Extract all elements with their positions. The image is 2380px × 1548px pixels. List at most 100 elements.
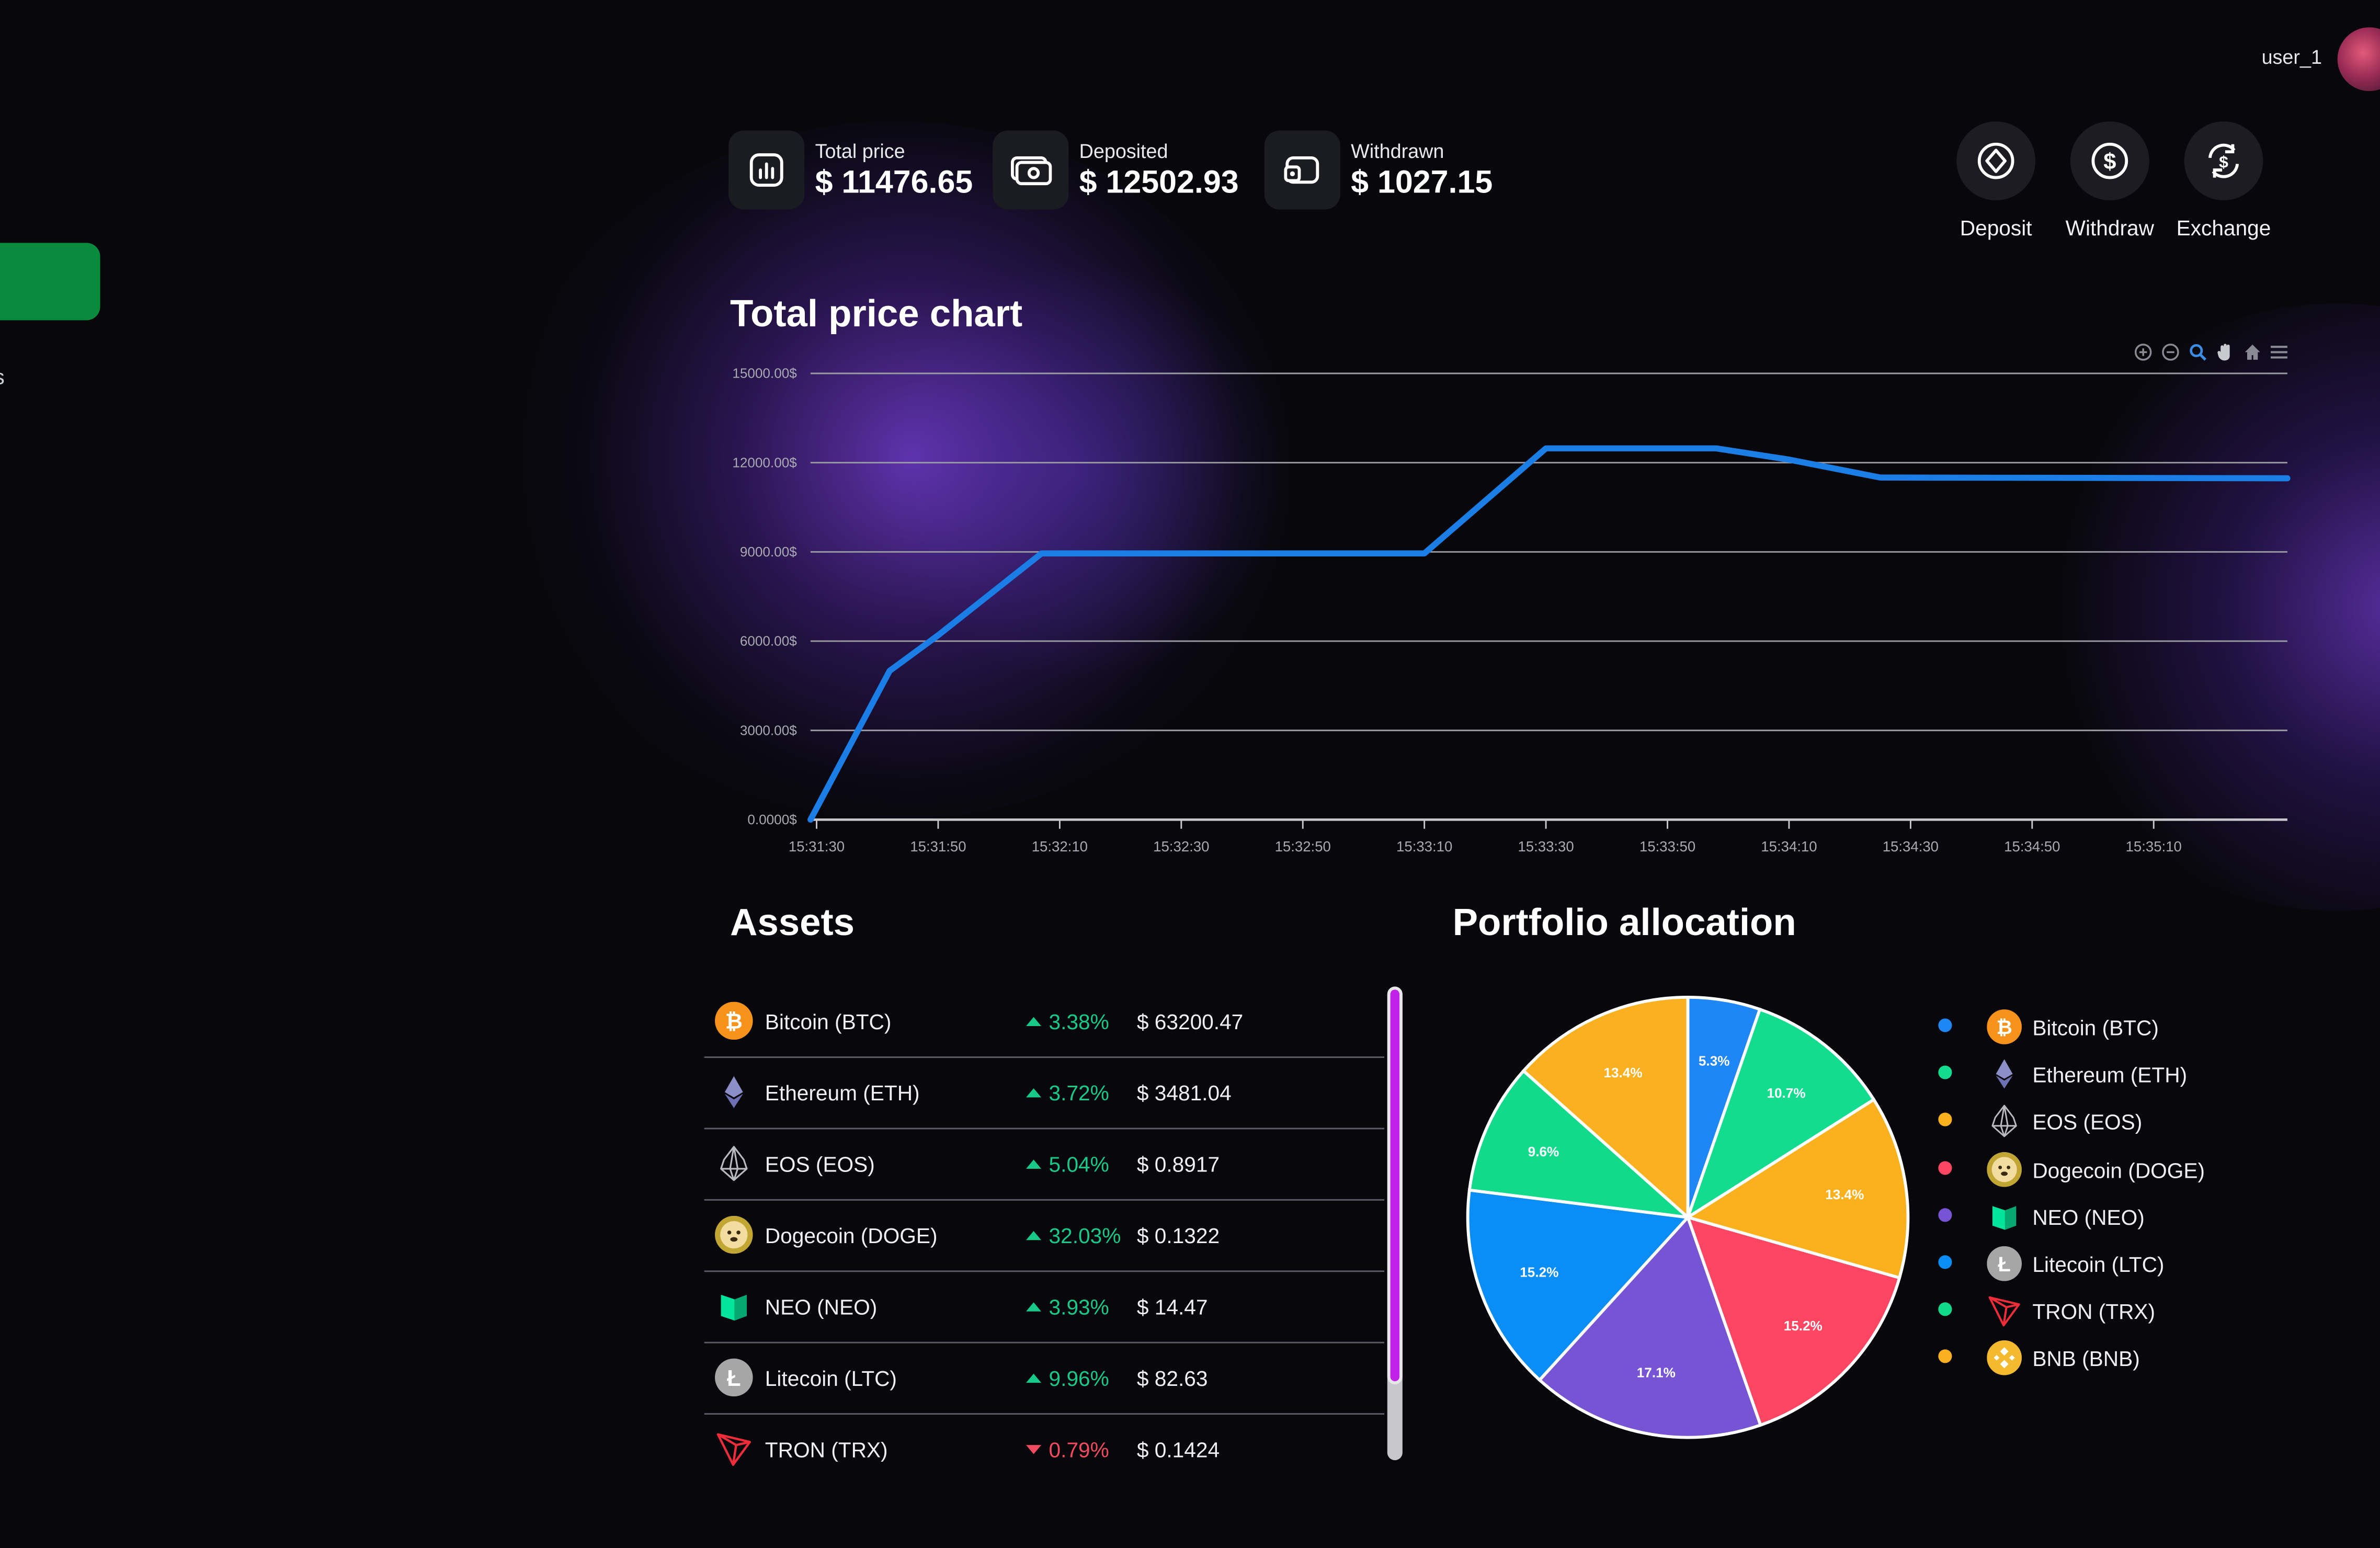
legend-item[interactable]: Ethereum (ETH)	[1928, 1049, 2322, 1097]
asset-name: Bitcoin (BTC)	[765, 1009, 892, 1034]
stat-value: $ 1027.15	[1351, 165, 1493, 201]
chart-title: Total price chart	[730, 293, 1023, 336]
svg-text:₿: ₿	[1996, 1016, 2012, 1038]
asset-name: Litecoin (LTC)	[765, 1366, 897, 1391]
asset-change: 0.79%	[1026, 1438, 1109, 1462]
stat-value: $ 12502.93	[1079, 165, 1239, 201]
table-row[interactable]: Ethereum (ETH) 3.72% $ 3481.04	[704, 1058, 1384, 1130]
y-tick-label: 9000.00$	[740, 544, 797, 560]
action-label[interactable]: Exchange	[2163, 215, 2284, 240]
chart-icon	[728, 130, 805, 210]
table-row[interactable]: NEO (NEO) 3.93% $ 14.47	[704, 1272, 1384, 1344]
pie-legend: ₿ Bitcoin (BTC) Ethereum (ETH) EOS (EOS)…	[1928, 1002, 2322, 1381]
exchange-button[interactable]: $ Exchange	[2163, 121, 2284, 240]
legend-dot	[1938, 1018, 1952, 1032]
x-tick-label: 15:33:10	[1396, 838, 1452, 855]
total-price-line-chart: 0.0000$ 3000.00$ 6000.00$ 9000.00$ 12000.00$…	[732, 366, 2291, 855]
pie-slice-label: 15.2%	[1784, 1318, 1823, 1334]
withdraw-button[interactable]: $ Withdraw	[2049, 121, 2170, 240]
asset-change-value: 3.93%	[1049, 1294, 1109, 1319]
asset-change: 3.38%	[1026, 1009, 1109, 1034]
y-tick-label: 6000.00$	[740, 633, 797, 649]
bnb-icon	[1987, 1340, 2022, 1376]
asset-name: Dogecoin (DOGE)	[765, 1223, 938, 1248]
asset-change-value: 3.72%	[1049, 1080, 1109, 1105]
sidebar-active-button[interactable]	[0, 243, 100, 321]
legend-label: BNB (BNB)	[2032, 1347, 2140, 1371]
asset-price: $ 0.8917	[1136, 1152, 1220, 1177]
table-row[interactable]: EOS (EOS) 5.04% $ 0.8917	[704, 1129, 1384, 1201]
svg-text:₿: ₿	[725, 1009, 743, 1033]
ethereum-icon	[715, 1073, 753, 1111]
asset-change-value: 9.96%	[1049, 1366, 1109, 1391]
svg-text:Ł: Ł	[727, 1366, 741, 1391]
arrow-up-icon	[1026, 1017, 1042, 1027]
x-tick-label: 15:34:30	[1883, 838, 1939, 855]
action-label[interactable]: Deposit	[1935, 215, 2057, 240]
pie-slice-label: 13.4%	[1825, 1187, 1864, 1202]
arrow-up-icon	[1026, 1159, 1042, 1169]
stat-label: Total price	[815, 140, 905, 163]
litecoin-icon: Ł	[715, 1358, 753, 1397]
legend-label: NEO (NEO)	[2032, 1204, 2145, 1230]
dogecoin-icon	[1987, 1151, 2022, 1187]
table-row[interactable]: Dogecoin (DOGE) 32.03% $ 0.1322	[704, 1201, 1384, 1272]
legend-item[interactable]: TRON (TRX)	[1928, 1286, 2322, 1334]
asset-price: $ 14.47	[1136, 1294, 1208, 1319]
legend-item[interactable]: ₿ Bitcoin (BTC)	[1928, 1002, 2322, 1050]
deposit-button[interactable]: Deposit	[1935, 121, 2057, 240]
asset-change-value: 5.04%	[1049, 1152, 1109, 1177]
x-tick-label: 15:34:10	[1761, 838, 1817, 855]
asset-change-value: 32.03%	[1049, 1223, 1121, 1248]
avatar[interactable]	[2337, 27, 2380, 92]
table-row[interactable]: ₿ Bitcoin (BTC) 3.38% $ 63200.47	[704, 987, 1384, 1058]
asset-price: $ 63200.47	[1136, 1009, 1244, 1034]
legend-dot	[1938, 1208, 1952, 1222]
legend-item[interactable]: NEO (NEO)	[1928, 1191, 2322, 1239]
portfolio-pie-chart: 5.3% 10.7% 13.4% 15.2% 17.1% 15.2% 9.6% 13.4%	[1466, 995, 1910, 1439]
table-row[interactable]: TRON (TRX) 0.79% $ 0.1424	[704, 1415, 1384, 1485]
legend-item[interactable]: BNB (BNB)	[1928, 1333, 2322, 1381]
pie-slice-label: 9.6%	[1528, 1144, 1559, 1159]
arrow-up-icon	[1026, 1088, 1042, 1098]
neo-icon	[715, 1287, 753, 1325]
legend-dot	[1938, 1350, 1952, 1364]
legend-label: Dogecoin (DOGE)	[2032, 1157, 2205, 1182]
asset-price: $ 3481.04	[1136, 1080, 1232, 1105]
legend-item[interactable]: EOS (EOS)	[1928, 1097, 2322, 1144]
asset-change-value: 0.79%	[1049, 1437, 1109, 1462]
svg-text:$: $	[2219, 153, 2228, 172]
exchange-icon[interactable]: $	[2184, 121, 2263, 201]
sidebar-item-label[interactable]: s	[0, 365, 5, 389]
legend-label: Litecoin (LTC)	[2032, 1252, 2165, 1277]
action-label[interactable]: Withdraw	[2049, 215, 2170, 240]
withdraw-icon[interactable]: $	[2070, 121, 2149, 201]
arrow-up-icon	[1026, 1231, 1042, 1240]
x-tick-label: 15:31:30	[789, 838, 845, 855]
asset-change: 5.04%	[1026, 1152, 1109, 1176]
legend-dot	[1938, 1066, 1952, 1080]
asset-change-value: 3.38%	[1049, 1009, 1109, 1034]
username[interactable]: user_1	[2262, 45, 2322, 69]
deposit-icon[interactable]	[1956, 121, 2036, 201]
eos-icon	[1987, 1104, 2022, 1139]
banknote-icon	[993, 130, 1069, 210]
assets-table: ₿ Bitcoin (BTC) 3.38% $ 63200.47 Ethereu…	[704, 987, 1384, 1485]
pie-slice-label: 15.2%	[1520, 1264, 1558, 1280]
y-tick-label: 15000.00$	[732, 366, 797, 381]
pie-slice-label: 17.1%	[1637, 1364, 1676, 1380]
assets-scrollbar-thumb[interactable]	[1387, 986, 1403, 1384]
legend-item[interactable]: Dogecoin (DOGE)	[1928, 1144, 2322, 1191]
bitcoin-icon: ₿	[715, 1001, 753, 1040]
y-tick-label: 3000.00$	[740, 722, 797, 738]
tron-icon	[715, 1430, 753, 1468]
legend-label: Ethereum (ETH)	[2032, 1063, 2188, 1087]
asset-change: 3.72%	[1026, 1081, 1109, 1105]
table-row[interactable]: Ł Litecoin (LTC) 9.96% $ 82.63	[704, 1344, 1384, 1415]
legend-item[interactable]: Ł Litecoin (LTC)	[1928, 1238, 2322, 1286]
pie-slice-label: 5.3%	[1699, 1053, 1730, 1068]
y-tick-label: 12000.00$	[732, 454, 797, 470]
price-series-line	[807, 445, 2291, 823]
tron-icon	[1987, 1293, 2022, 1328]
stat-value: $ 11476.65	[815, 165, 973, 201]
